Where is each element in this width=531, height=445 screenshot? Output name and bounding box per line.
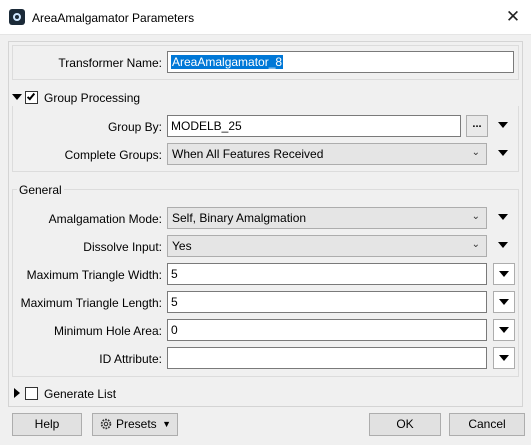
dissolve-input-label: Dissolve Input:: [83, 240, 162, 254]
max-triangle-length-menu-button[interactable]: [493, 291, 515, 313]
complete-groups-select[interactable]: When All Features Received ⌄: [167, 143, 487, 165]
complete-groups-label: Complete Groups:: [64, 148, 162, 162]
expand-arrow-icon[interactable]: [14, 388, 20, 398]
title-bar: AreaAmalgamator Parameters ✕: [0, 0, 531, 35]
transformer-name-value: AreaAmalgamator_8: [171, 55, 284, 69]
amalgamation-mode-select[interactable]: Self, Binary Amalgmation ⌄: [167, 207, 487, 229]
general-group-title: General: [17, 183, 64, 197]
group-by-value: MODELB_25: [171, 119, 242, 133]
max-triangle-width-menu-button[interactable]: [493, 263, 515, 285]
dissolve-input-menu-button[interactable]: [493, 235, 515, 257]
fme-app-icon: [9, 9, 25, 25]
generate-list-checkbox[interactable]: [25, 387, 38, 400]
max-triangle-width-label: Maximum Triangle Width:: [26, 268, 162, 282]
max-triangle-length-label: Maximum Triangle Length:: [20, 296, 162, 310]
collapse-arrow-icon[interactable]: [12, 94, 22, 100]
group-by-menu-button[interactable]: [493, 115, 515, 137]
cancel-button[interactable]: Cancel: [449, 413, 525, 436]
close-icon[interactable]: ✕: [499, 3, 527, 31]
presets-button[interactable]: Presets ▼: [92, 413, 178, 436]
checkmark-icon: [26, 91, 36, 101]
group-by-label: Group By:: [107, 120, 162, 134]
min-hole-area-input[interactable]: 0: [167, 319, 487, 341]
min-hole-area-value: 0: [171, 323, 178, 337]
transformer-name-label: Transformer Name:: [58, 56, 162, 70]
dissolve-input-value: Yes: [172, 239, 192, 253]
group-by-input[interactable]: MODELB_25: [167, 115, 461, 137]
window-title: AreaAmalgamator Parameters: [32, 11, 195, 25]
amalgamation-mode-value: Self, Binary Amalgmation: [172, 211, 307, 225]
id-attribute-menu-button[interactable]: [493, 347, 515, 369]
group-processing-label: Group Processing: [44, 91, 141, 105]
amalgamation-mode-menu-button[interactable]: [493, 207, 515, 229]
max-triangle-width-input[interactable]: 5: [167, 263, 487, 285]
min-hole-area-menu-button[interactable]: [493, 319, 515, 341]
gear-icon: [100, 418, 112, 430]
id-attribute-label: ID Attribute:: [99, 352, 162, 366]
complete-groups-menu-button[interactable]: [493, 143, 515, 165]
amalgamation-mode-label: Amalgamation Mode:: [48, 212, 162, 226]
generate-list-label: Generate List: [44, 387, 117, 401]
dissolve-input-select[interactable]: Yes ⌄: [167, 235, 487, 257]
help-button[interactable]: Help: [12, 413, 82, 436]
dropdown-arrow-icon: ▼: [162, 419, 171, 429]
complete-groups-value: When All Features Received: [172, 147, 324, 161]
group-by-browse-button[interactable]: ...: [466, 115, 488, 137]
chevron-down-icon: ⌄: [471, 211, 480, 222]
chevron-down-icon: ⌄: [471, 147, 480, 158]
max-triangle-width-value: 5: [171, 267, 178, 281]
chevron-down-icon: ⌄: [471, 239, 480, 250]
ok-button[interactable]: OK: [369, 413, 441, 436]
max-triangle-length-value: 5: [171, 295, 178, 309]
transformer-name-input[interactable]: AreaAmalgamator_8: [167, 51, 514, 73]
id-attribute-input[interactable]: [167, 347, 487, 369]
max-triangle-length-input[interactable]: 5: [167, 291, 487, 313]
group-processing-checkbox[interactable]: [25, 91, 38, 104]
presets-label: Presets: [116, 417, 157, 431]
min-hole-area-label: Minimum Hole Area:: [53, 324, 162, 338]
